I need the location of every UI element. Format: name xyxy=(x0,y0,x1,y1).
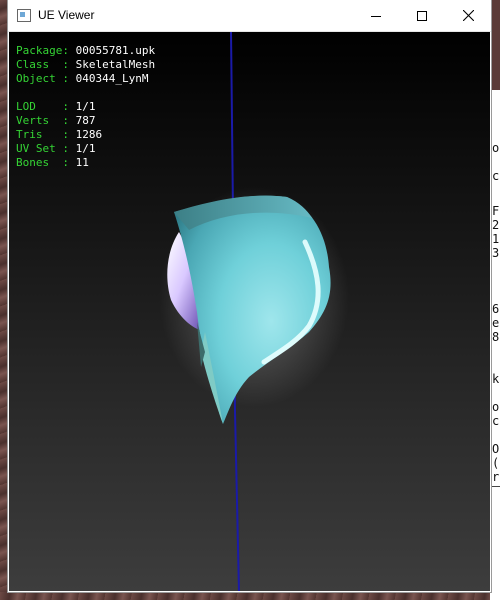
console-text: e xyxy=(492,316,500,330)
console-text: c xyxy=(492,169,500,183)
info-label: Package: xyxy=(16,44,76,57)
console-text: 3 xyxy=(492,246,500,260)
info-row-package: Package: 00055781.upk xyxy=(16,44,155,58)
window-title: UE Viewer xyxy=(38,8,95,22)
console-text: o xyxy=(492,141,500,155)
console-text: ( xyxy=(492,456,500,470)
info-row-uvset: UV Set : 1/1 xyxy=(16,142,155,156)
maximize-icon xyxy=(417,10,427,21)
console-text: F xyxy=(492,204,500,218)
console-text: 1 xyxy=(492,232,500,246)
console-text: O xyxy=(492,442,500,456)
console-text: o xyxy=(492,400,500,414)
info-row-tris: Tris : 1286 xyxy=(16,128,155,142)
desktop-background-bottom xyxy=(0,592,500,600)
info-row-class: Class : SkeletalMesh xyxy=(16,58,155,72)
info-value: 1/1 xyxy=(75,142,96,155)
info-row-bones: Bones : 11 xyxy=(16,156,155,170)
console-text: 6 xyxy=(492,302,500,316)
console-text: c xyxy=(492,414,500,428)
info-row-lod: LOD : 1/1 xyxy=(16,100,155,114)
info-value: SkeletalMesh xyxy=(75,58,156,71)
desktop-background xyxy=(0,0,8,600)
info-value: 040344_LynM xyxy=(75,72,149,85)
info-label: Bones : xyxy=(16,156,76,169)
background-console-window[interactable]: o c F 2 1 3 6 e 8 k o c O ( r xyxy=(490,90,500,600)
info-label: LOD : xyxy=(16,100,76,113)
info-value: 11 xyxy=(75,156,89,169)
console-text: 8 xyxy=(492,330,500,344)
mesh-info-overlay: Package: 00055781.upk Class : SkeletalMe… xyxy=(16,44,155,170)
app-window-icon[interactable] xyxy=(17,9,31,22)
info-label: UV Set : xyxy=(16,142,76,155)
ue-viewer-window: UE Viewer Package: 00055781.upk Class: … xyxy=(8,0,491,592)
minimize-button[interactable] xyxy=(353,0,399,31)
info-row-verts: Verts : 787 xyxy=(16,114,155,128)
console-text: r xyxy=(492,470,500,484)
title-bar[interactable]: UE Viewer xyxy=(8,0,491,32)
info-value: 1286 xyxy=(75,128,103,141)
info-label: Object : xyxy=(16,72,76,85)
info-label: Tris : xyxy=(16,128,76,141)
maximize-button[interactable] xyxy=(399,0,445,31)
info-value: 00055781.upk xyxy=(75,44,156,57)
3d-viewport[interactable]: Package: 00055781.upk Class : SkeletalMe… xyxy=(9,32,490,591)
console-divider xyxy=(490,486,500,487)
info-label: Class : xyxy=(16,58,76,71)
info-row-object: Object : 040344_LynM xyxy=(16,72,155,86)
close-button[interactable] xyxy=(445,0,491,31)
info-label: Verts : xyxy=(16,114,76,127)
info-value: 1/1 xyxy=(75,100,96,113)
minimize-icon xyxy=(371,15,381,17)
info-value: 787 xyxy=(75,114,96,127)
console-text: 2 xyxy=(492,218,500,232)
close-icon xyxy=(462,10,474,21)
console-text: k xyxy=(492,372,500,386)
